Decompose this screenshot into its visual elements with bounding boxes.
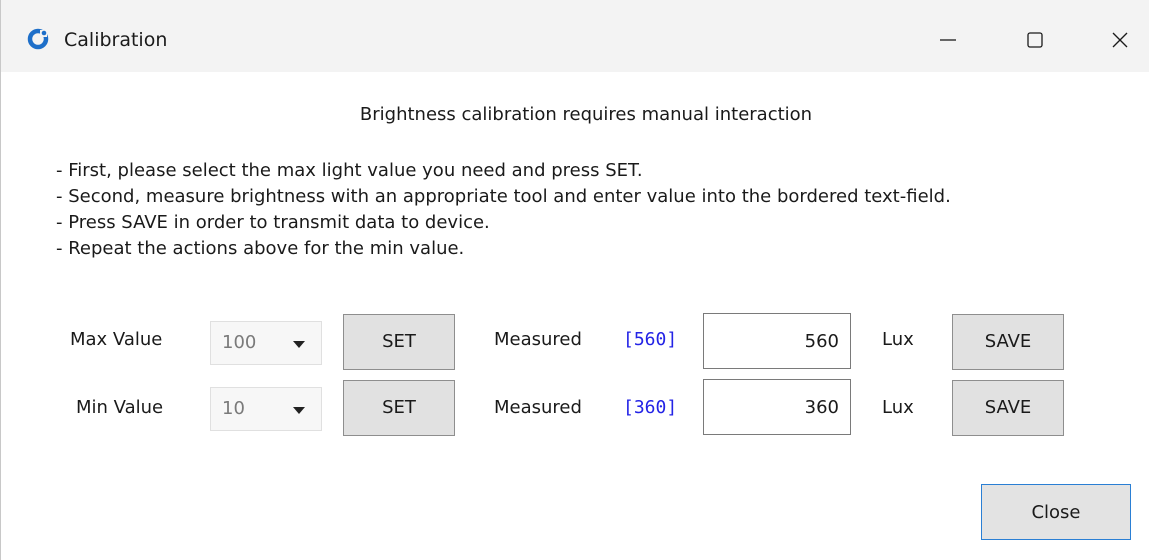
instruction-line: - Second, measure brightness with an app… bbox=[56, 186, 951, 207]
min-value-label: Min Value bbox=[76, 397, 164, 418]
min-value-combobox[interactable]: 10 bbox=[210, 387, 322, 431]
min-save-button[interactable]: SAVE bbox=[952, 380, 1064, 436]
min-set-button[interactable]: SET bbox=[343, 380, 455, 436]
minimize-icon bbox=[940, 39, 956, 41]
max-measured-readout: [560] bbox=[623, 329, 678, 350]
close-icon bbox=[1112, 32, 1128, 48]
chevron-down-icon bbox=[293, 407, 305, 414]
min-measured-label: Measured bbox=[494, 397, 582, 418]
instruction-line: - First, please select the max light val… bbox=[56, 160, 643, 181]
max-measured-label: Measured bbox=[494, 329, 582, 350]
instruction-line: - Press SAVE in order to transmit data t… bbox=[56, 212, 490, 233]
calibration-window: Calibration Brightness calibration requi… bbox=[0, 0, 1149, 560]
window-title: Calibration bbox=[64, 29, 168, 51]
maximize-icon bbox=[1027, 32, 1043, 48]
title-bar[interactable]: Calibration bbox=[1, 0, 1149, 72]
min-value-selected: 10 bbox=[222, 398, 245, 419]
max-value-combobox[interactable]: 100 bbox=[210, 321, 322, 365]
max-measured-input[interactable] bbox=[703, 313, 851, 369]
dialog-heading: Brightness calibration requires manual i… bbox=[359, 104, 813, 125]
close-window-button[interactable] bbox=[1097, 18, 1143, 62]
min-measured-input[interactable] bbox=[703, 379, 851, 435]
max-save-button[interactable]: SAVE bbox=[952, 314, 1064, 370]
instruction-line: - Repeat the actions above for the min v… bbox=[56, 238, 465, 259]
chevron-down-icon bbox=[293, 341, 305, 348]
close-button[interactable]: Close bbox=[981, 484, 1131, 540]
calibration-app-icon bbox=[27, 28, 49, 50]
min-measured-readout: [360] bbox=[623, 397, 678, 418]
instructions-list: - First, please select the max light val… bbox=[56, 158, 951, 262]
minimize-button[interactable] bbox=[925, 18, 971, 62]
maximize-button[interactable] bbox=[1012, 18, 1058, 62]
max-value-label: Max Value bbox=[70, 329, 163, 350]
max-unit-label: Lux bbox=[882, 329, 914, 350]
min-unit-label: Lux bbox=[882, 397, 914, 418]
max-value-selected: 100 bbox=[222, 332, 257, 353]
max-set-button[interactable]: SET bbox=[343, 314, 455, 370]
